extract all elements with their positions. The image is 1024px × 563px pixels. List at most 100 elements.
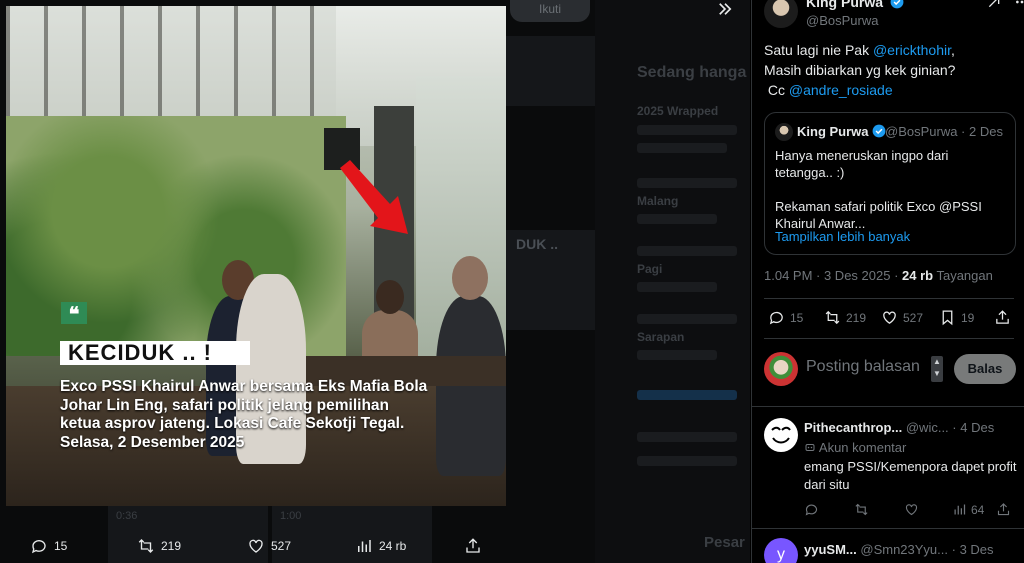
bg-line — [637, 282, 717, 292]
quoted-paragraph: Hanya meneruskan ingpo dari tetangga.. :… — [775, 148, 949, 180]
video-person-head — [376, 280, 404, 314]
robot-icon — [805, 444, 815, 451]
repost-icon — [855, 503, 868, 516]
bg-line — [637, 432, 737, 442]
caption-line: Selasa, 2 Desember 2025 — [60, 433, 245, 451]
bg-trend: Malang — [637, 194, 679, 208]
comment-handle[interactable]: @Smn23Yyu... — [860, 542, 948, 557]
tweet-line: Satu lagi nie Pak @erickthohir, — [764, 40, 1014, 60]
repost-button[interactable]: 219 — [824, 309, 866, 326]
like-button[interactable]: 527 — [881, 309, 923, 326]
reply-composer: Posting balasan ▲ ▼ Balas — [764, 350, 1016, 390]
video-scene-roof — [6, 6, 336, 121]
reply-icon — [805, 504, 818, 516]
tweet-top-icons — [986, 0, 1024, 10]
comment-date[interactable]: · 3 Des — [952, 542, 994, 557]
comment-header: yyuSM... @Smn23Yyu... · 3 Des — [804, 542, 994, 557]
comment-share-button[interactable] — [996, 502, 1011, 517]
quoted-handle-date: @BosPurwa · 2 Des — [885, 124, 1003, 139]
comment-badge: Akun komentar — [804, 440, 906, 455]
comment-date[interactable]: · 4 Des — [952, 420, 994, 435]
more-options-icon[interactable] — [1014, 0, 1024, 10]
media-reply-count: 15 — [54, 539, 68, 553]
tweet-text-part: , — [951, 42, 955, 58]
comment-view-count: 64 — [971, 502, 985, 517]
media-views-button[interactable]: 24 rb — [355, 537, 406, 555]
media-reply-button[interactable]: 15 — [30, 537, 67, 555]
bg-thumbnail — [506, 36, 595, 106]
media-share-button[interactable] — [464, 537, 482, 555]
comment-author-name[interactable]: Pithecanthrop... — [804, 420, 902, 435]
media-like-button[interactable]: 527 — [247, 537, 291, 555]
tweet-timestamp[interactable]: 1.04 PM · 3 Des 2025 · — [764, 268, 902, 283]
quoted-tweet-card[interactable]: King Purwa @BosPurwa · 2 Des Hanya mener… — [764, 112, 1016, 255]
author-name-text: King Purwa — [806, 0, 884, 10]
bg-trend: Pagi — [637, 262, 663, 276]
video-player[interactable]: ❝ KECIDUK .. ! Exco PSSI Khairul Anwar b… — [6, 6, 506, 506]
views-chart-icon — [954, 504, 966, 515]
verified-badge-icon — [890, 0, 904, 9]
media-views-count: 24 rb — [379, 539, 407, 553]
tweet-view-count: 24 rb — [902, 268, 934, 283]
bg-duration: 0:36 — [116, 510, 138, 522]
bookmark-icon — [942, 310, 953, 326]
heart-icon — [249, 539, 263, 553]
input-scroll-arrows-icon[interactable]: ▲ ▼ — [931, 356, 943, 382]
bg-line — [637, 125, 737, 135]
comment-avatar[interactable] — [764, 418, 798, 452]
quoted-author-name-text: King Purwa — [797, 124, 869, 139]
bg-line — [637, 314, 737, 324]
chevrons-right-icon — [719, 3, 732, 15]
reply-tweet[interactable]: y yyuSM... @Smn23Yyu... · 3 Des — [752, 528, 1024, 563]
caption-line: ketua asprov jateng. Lokasi Cafe Sekotji… — [60, 415, 405, 432]
red-arrow-icon — [340, 160, 408, 234]
media-action-bar: 15 219 527 24 rb — [0, 525, 595, 563]
repost-icon — [138, 539, 154, 553]
bg-trending-heading: Sedang hanga — [637, 64, 747, 81]
comment-handle[interactable]: @wic... — [906, 420, 949, 435]
tweet-text-part: Satu lagi nie Pak — [764, 42, 873, 58]
comment-like-button[interactable] — [904, 502, 919, 517]
comment-views-button[interactable]: 64 — [952, 502, 984, 517]
caption-line: Johar Lin Eng, safari politik jelang pem… — [60, 396, 390, 414]
show-more-link[interactable]: Tampilkan lebih banyak — [775, 229, 910, 244]
heart-icon — [905, 504, 918, 516]
current-user-avatar[interactable] — [764, 352, 798, 386]
bg-follow-button: Ikuti — [510, 0, 590, 22]
tweet-line: Cc @andre_rosiade — [764, 80, 1014, 100]
reply-input[interactable]: Posting balasan — [806, 358, 920, 376]
share-icon — [466, 538, 480, 553]
avatar[interactable] — [764, 0, 798, 28]
bg-line — [637, 178, 737, 188]
bg-trend: 2025 Wrapped — [637, 104, 719, 118]
quoted-avatar — [775, 123, 793, 141]
collapse-panel-button[interactable] — [710, 0, 740, 22]
comment-repost-button[interactable] — [854, 502, 869, 517]
reply-submit-button[interactable]: Balas — [954, 354, 1016, 384]
media-repost-button[interactable]: 219 — [137, 537, 181, 555]
tweet-detail-panel: King Purwa @BosPurwa Satu lagi nie Pak @… — [751, 0, 1024, 563]
comment-reply-button[interactable] — [804, 502, 819, 517]
repost-icon — [825, 310, 840, 325]
comment-author-name[interactable]: yyuSM... — [804, 542, 857, 557]
tweet-line: Masih dibiarkan yg kek ginian? — [764, 62, 956, 78]
caption-text: Exco PSSI Khairul Anwar bersama Eks Mafi… — [60, 378, 490, 452]
reply-tweet[interactable]: Pithecanthrop... @wic... · 4 Des Akun ko… — [752, 406, 1024, 526]
comment-avatar[interactable]: y — [764, 538, 798, 563]
tweet-author: King Purwa @BosPurwa — [764, 0, 1024, 34]
bookmark-button[interactable]: 19 — [939, 309, 974, 326]
bg-line — [637, 246, 737, 256]
mention-link[interactable]: @andre_rosiade — [789, 82, 893, 98]
author-handle[interactable]: @BosPurwa — [806, 13, 878, 28]
bg-line — [637, 143, 727, 153]
mention-link[interactable]: @erickthohir — [873, 42, 951, 58]
comment-actions: 64 — [804, 502, 1019, 522]
comment-header: Pithecanthrop... @wic... · 4 Des — [804, 420, 994, 435]
grok-icon[interactable] — [986, 0, 1002, 10]
caption-line: Exco PSSI Khairul Anwar bersama Eks Mafi… — [60, 378, 428, 395]
reply-button[interactable]: 15 — [768, 309, 803, 326]
media-repost-count: 219 — [161, 539, 182, 553]
share-button[interactable] — [994, 309, 1011, 326]
quoted-paragraph: Rekaman safari politik Exco @PSSI Khairu… — [775, 199, 982, 231]
author-name[interactable]: King Purwa — [806, 0, 904, 10]
